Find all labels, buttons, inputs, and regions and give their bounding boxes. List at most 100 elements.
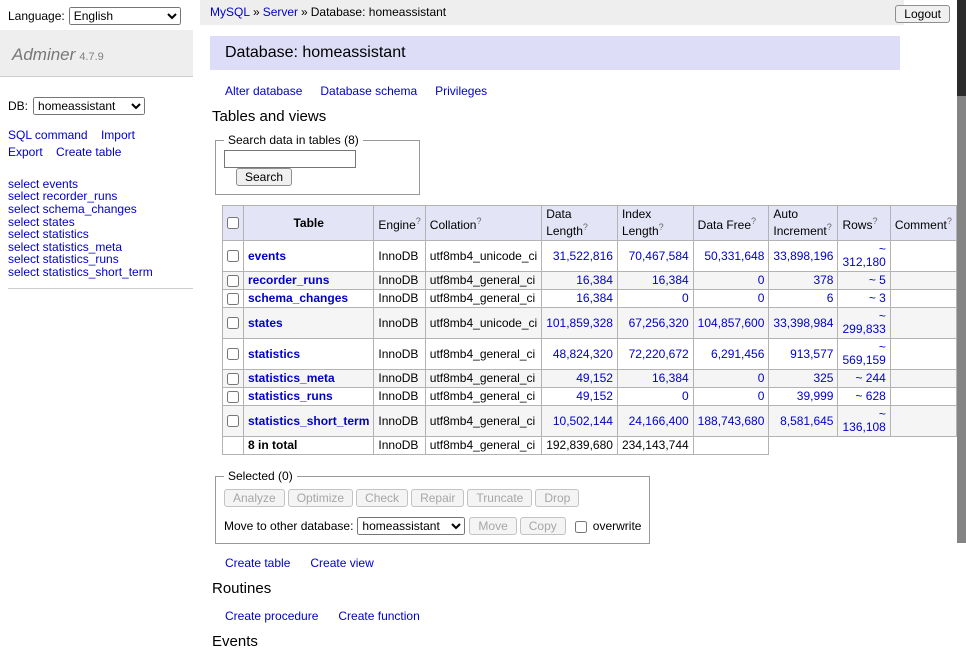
row-checkbox[interactable] — [227, 348, 239, 360]
breadcrumb-server-link[interactable]: Server — [263, 5, 298, 19]
data-free-link[interactable]: 0 — [758, 291, 765, 305]
rows-link[interactable]: ~ 5 — [869, 273, 886, 287]
index-length-link[interactable]: 67,256,320 — [629, 316, 689, 330]
repair-button[interactable]: Repair — [411, 489, 464, 507]
collation-cell: utf8mb4_general_ci — [425, 406, 541, 437]
engine-cell: InnoDB — [374, 339, 425, 370]
auto-increment-link[interactable]: 325 — [813, 371, 833, 385]
data-length-link[interactable]: 49,152 — [576, 389, 613, 403]
database-schema-link[interactable]: Database schema — [320, 84, 417, 98]
row-checkbox[interactable] — [227, 415, 239, 427]
row-checkbox[interactable] — [227, 293, 239, 305]
sidebar-link-sql-command[interactable]: SQL command — [8, 128, 88, 142]
index-length-link[interactable]: 70,467,584 — [629, 249, 689, 263]
data-length-link[interactable]: 16,384 — [576, 273, 613, 287]
sidebar-link-export[interactable]: Export — [8, 145, 43, 159]
data-free-link[interactable]: 104,857,600 — [698, 316, 765, 330]
search-button[interactable]: Search — [236, 168, 292, 186]
auto-increment-cell: 33,898,196 — [769, 241, 838, 272]
data-free-link[interactable]: 50,331,648 — [704, 249, 764, 263]
rows-link[interactable]: ~ 3 — [869, 291, 886, 305]
rows-link[interactable]: ~ 628 — [855, 389, 885, 403]
sidebar-link-import[interactable]: Import — [101, 128, 135, 142]
index-length-link[interactable]: 0 — [682, 291, 689, 305]
copy-button[interactable]: Copy — [520, 517, 566, 535]
data-free-link[interactable]: 0 — [758, 389, 765, 403]
search-input[interactable] — [224, 150, 356, 168]
index-length-link[interactable]: 16,384 — [652, 273, 689, 287]
help-icon: ? — [947, 216, 952, 226]
auto-increment-link[interactable]: 913,577 — [790, 347, 833, 361]
table-name-link[interactable]: recorder_runs — [248, 273, 329, 287]
rows-link[interactable]: ~ 299,833 — [842, 309, 885, 336]
create-function-link[interactable]: Create function — [338, 609, 419, 623]
language-select[interactable]: English — [69, 7, 181, 25]
overwrite-checkbox[interactable] — [575, 521, 587, 533]
data-length-link[interactable]: 49,152 — [576, 371, 613, 385]
drop-button[interactable]: Drop — [535, 489, 579, 507]
create-view-link[interactable]: Create view — [310, 556, 373, 570]
move-label: Move to other database: — [224, 519, 353, 533]
row-checkbox[interactable] — [227, 391, 239, 403]
logout-button[interactable]: Logout — [895, 5, 950, 23]
index-length-link[interactable]: 0 — [682, 389, 689, 403]
table-name-link[interactable]: statistics_meta — [248, 371, 335, 385]
scrollbar[interactable] — [957, 0, 966, 543]
index-length-link[interactable]: 24,166,400 — [629, 414, 689, 428]
privileges-link[interactable]: Privileges — [435, 84, 487, 98]
analyze-button[interactable]: Analyze — [224, 489, 285, 507]
auto-increment-link[interactable]: 6 — [827, 291, 834, 305]
auto-increment-link[interactable]: 33,398,984 — [773, 316, 833, 330]
sidebar-link-create-table[interactable]: Create table — [56, 145, 121, 159]
rows-link[interactable]: ~ 244 — [855, 371, 885, 385]
scrollbar-thumb[interactable] — [957, 0, 966, 96]
row-check-cell — [223, 290, 244, 308]
data-free-cell: 104,857,600 — [693, 308, 769, 339]
truncate-button[interactable]: Truncate — [467, 489, 532, 507]
alter-database-link[interactable]: Alter database — [225, 84, 302, 98]
select-all-checkbox[interactable] — [227, 217, 239, 229]
data-free-link[interactable]: 188,743,680 — [698, 414, 765, 428]
data-length-link[interactable]: 16,384 — [576, 291, 613, 305]
row-checkbox[interactable] — [227, 250, 239, 262]
index-length-link[interactable]: 72,220,672 — [629, 347, 689, 361]
auto-increment-link[interactable]: 378 — [813, 273, 833, 287]
table-name-link[interactable]: statistics_short_term — [248, 414, 369, 428]
row-checkbox[interactable] — [227, 317, 239, 329]
rows-link[interactable]: ~ 136,108 — [842, 407, 885, 434]
table-name-link[interactable]: statistics_runs — [248, 389, 333, 403]
rows-link[interactable]: ~ 312,180 — [842, 242, 885, 269]
table-row: recorder_runsInnoDButf8mb4_general_ci16,… — [223, 272, 957, 290]
move-database-select[interactable]: homeassistant — [357, 517, 465, 535]
sidebar-table-link[interactable]: select statistics_short_term — [8, 265, 153, 279]
auto-increment-link[interactable]: 8,581,645 — [780, 414, 833, 428]
data-length-link[interactable]: 31,522,816 — [553, 249, 613, 263]
table-name-link[interactable]: schema_changes — [248, 291, 348, 305]
data-free-link[interactable]: 0 — [758, 273, 765, 287]
data-free-link[interactable]: 6,291,456 — [711, 347, 764, 361]
move-button[interactable]: Move — [469, 517, 516, 535]
create-table-link[interactable]: Create table — [225, 556, 290, 570]
rows-link[interactable]: ~ 569,159 — [842, 340, 885, 367]
table-row: statistics_runsInnoDButf8mb4_general_ci4… — [223, 388, 957, 406]
row-checkbox[interactable] — [227, 275, 239, 287]
table-name-link[interactable]: events — [248, 249, 286, 263]
auto-increment-link[interactable]: 39,999 — [797, 389, 834, 403]
data-free-link[interactable]: 0 — [758, 371, 765, 385]
create-procedure-link[interactable]: Create procedure — [225, 609, 318, 623]
check-button[interactable]: Check — [356, 489, 408, 507]
db-select[interactable]: homeassistant — [33, 97, 145, 115]
data-length-link[interactable]: 101,859,328 — [546, 316, 613, 330]
table-row: statistics_short_termInnoDButf8mb4_gener… — [223, 406, 957, 437]
data-length-link[interactable]: 48,824,320 — [553, 347, 613, 361]
tables-table: TableEngine?Collation?Data Length?Index … — [222, 205, 957, 455]
optimize-button[interactable]: Optimize — [288, 489, 353, 507]
auto-increment-link[interactable]: 33,898,196 — [773, 249, 833, 263]
row-checkbox[interactable] — [227, 373, 239, 385]
table-name-link[interactable]: statistics — [248, 347, 300, 361]
breadcrumb-mysql-link[interactable]: MySQL — [210, 5, 250, 19]
data-length-link[interactable]: 10,502,144 — [553, 414, 613, 428]
index-length-cell: 0 — [617, 290, 693, 308]
index-length-link[interactable]: 16,384 — [652, 371, 689, 385]
table-name-link[interactable]: states — [248, 316, 283, 330]
